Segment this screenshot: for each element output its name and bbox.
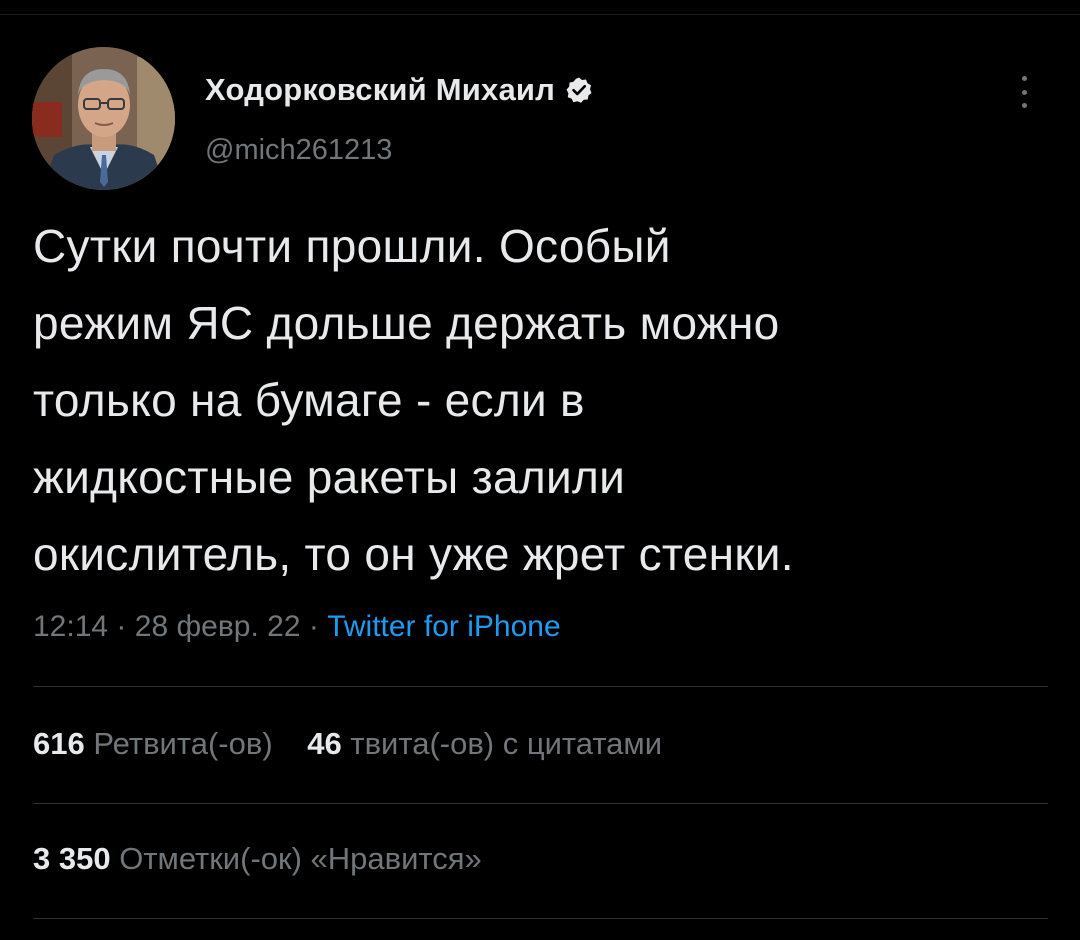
- author-display-name[interactable]: Ходорковский Михаил: [205, 72, 555, 108]
- stats-row-retweets: 616 Ретвита(-ов) 46 твита(-ов) с цитатам…: [33, 726, 662, 762]
- tweet-text: Сутки почти прошли. Особый режим ЯС доль…: [33, 208, 1053, 593]
- quotes-stat[interactable]: 46 твита(-ов) с цитатами: [307, 726, 662, 762]
- avatar-image: [32, 47, 175, 190]
- likes-label: Отметки(-ок) «Нравится»: [119, 841, 482, 876]
- more-options-icon[interactable]: [1012, 72, 1036, 112]
- tweet-text-line: Сутки почти прошли. Особый: [33, 220, 671, 272]
- divider: [33, 918, 1048, 919]
- tweet-time[interactable]: 12:14: [33, 610, 108, 643]
- tweet-source-link[interactable]: Twitter for iPhone: [327, 610, 560, 643]
- avatar[interactable]: [32, 47, 175, 190]
- verified-badge-icon: [565, 76, 593, 104]
- likes-stat[interactable]: 3 350 Отметки(-ок) «Нравится»: [33, 841, 482, 877]
- likes-count: 3 350: [33, 841, 111, 876]
- author-handle[interactable]: @mich261213: [205, 134, 392, 167]
- meta-separator: ·: [308, 610, 319, 643]
- divider: [33, 686, 1048, 687]
- author-name-row[interactable]: Ходорковский Михаил: [205, 70, 593, 110]
- stats-row-likes: 3 350 Отметки(-ок) «Нравится»: [33, 841, 482, 877]
- tweet-text-line: только на бумаге - если в: [33, 374, 585, 426]
- meta-separator: ·: [116, 610, 127, 643]
- top-divider: [0, 14, 1080, 15]
- quotes-count: 46: [307, 726, 342, 761]
- divider: [33, 803, 1048, 804]
- tweet-meta: 12:14 · 28 февр. 22 · Twitter for iPhone: [33, 610, 561, 644]
- tweet-text-line: жидкостные ракеты залили: [33, 451, 626, 503]
- tweet-text-line: окислитель, то он уже жрет стенки.: [33, 528, 794, 580]
- tweet-text-line: режим ЯС дольше держать можно: [33, 297, 780, 349]
- tweet-date[interactable]: 28 февр. 22: [135, 610, 301, 643]
- retweets-label: Ретвита(-ов): [93, 726, 273, 761]
- retweets-count: 616: [33, 726, 85, 761]
- retweets-stat[interactable]: 616 Ретвита(-ов): [33, 726, 273, 762]
- quotes-label: твита(-ов) с цитатами: [350, 726, 663, 761]
